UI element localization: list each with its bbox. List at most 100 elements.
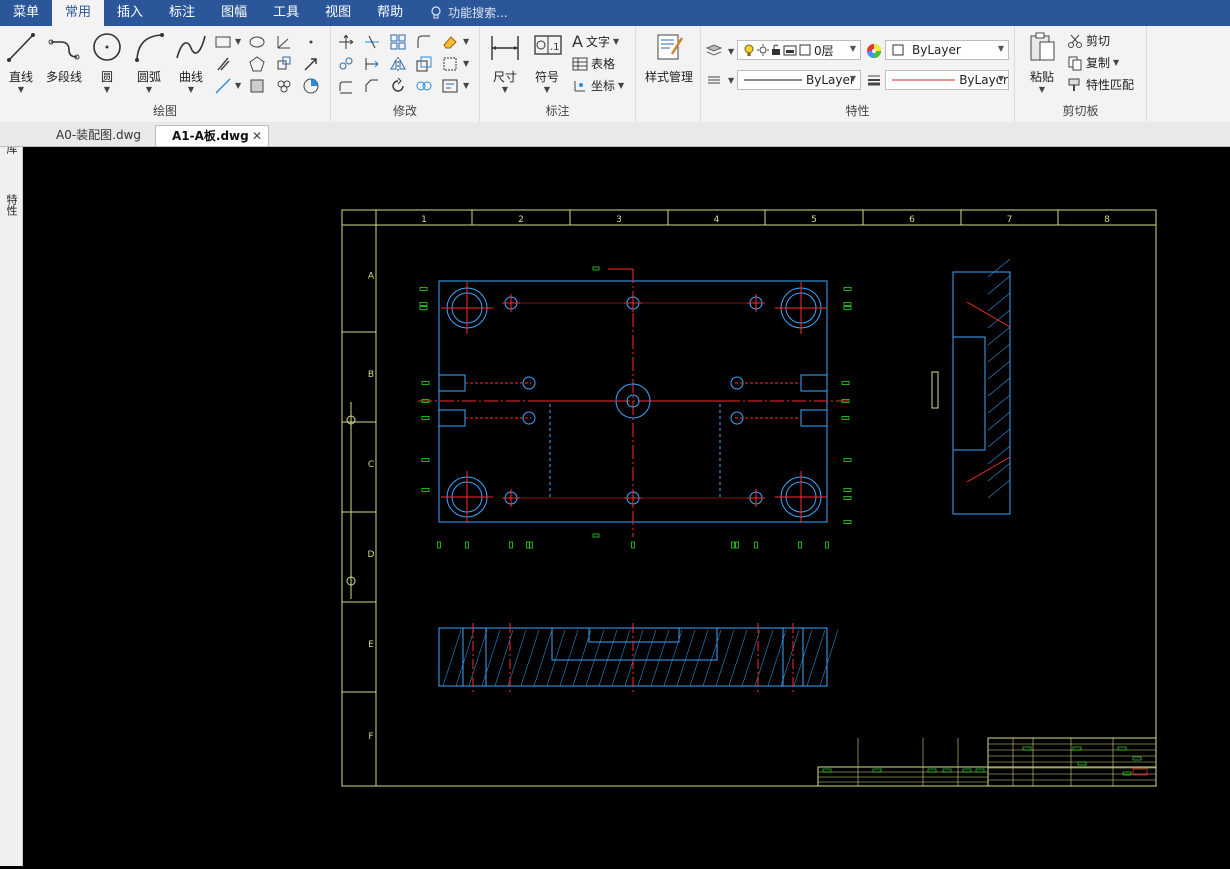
- menu-help[interactable]: 帮助: [364, 0, 416, 26]
- circle-dropdown-icon[interactable]: ▼: [88, 85, 126, 94]
- linetype-dropdown-icon[interactable]: ▼: [850, 74, 856, 83]
- style-manager-button[interactable]: 样式管理: [641, 30, 697, 85]
- cloud-icon[interactable]: [275, 77, 293, 95]
- eraser-dropdown-icon[interactable]: ▼: [463, 37, 469, 46]
- menu-tools[interactable]: 工具: [260, 0, 312, 26]
- match-properties-button[interactable]: 特性匹配: [1067, 76, 1134, 93]
- clipboard-group: 粘贴 ▼ 剪切 复制 ▼ 特性匹配 剪切板: [1015, 26, 1147, 122]
- curve-dropdown-icon[interactable]: ▼: [172, 85, 210, 94]
- break-icon[interactable]: [415, 77, 433, 95]
- rectangle-dropdown-icon[interactable]: ▼: [235, 37, 241, 46]
- color-swatch-icon: [892, 44, 904, 56]
- color-wheel-icon[interactable]: [865, 42, 883, 60]
- table-button[interactable]: 表格: [572, 55, 615, 72]
- construction-dropdown-icon[interactable]: ▼: [235, 81, 241, 90]
- menu-sheet[interactable]: 图幅: [208, 0, 260, 26]
- extend-icon[interactable]: [363, 55, 381, 73]
- circle-button[interactable]: 圆 ▼: [88, 30, 126, 94]
- coordinate-button[interactable]: 坐标 ▼: [572, 77, 624, 94]
- ellipse-icon[interactable]: [248, 33, 266, 51]
- paste-button[interactable]: 粘贴 ▼: [1023, 30, 1061, 94]
- function-search[interactable]: 功能搜索...: [416, 0, 508, 26]
- symbol-dropdown-icon[interactable]: ▼: [528, 85, 566, 94]
- layer-manager-icon[interactable]: [705, 42, 723, 60]
- polyline-button[interactable]: 多段线: [44, 30, 84, 85]
- copy-dropdown-icon[interactable]: ▼: [1113, 58, 1119, 67]
- scale-icon[interactable]: [415, 55, 433, 73]
- color-select[interactable]: ByLayer ▼: [885, 40, 1009, 60]
- coordinate-icon: [574, 80, 585, 91]
- polygon-icon[interactable]: [248, 55, 266, 73]
- lineweight-dropdown-icon[interactable]: ▼: [997, 74, 1004, 83]
- drawing-svg[interactable]: 1 2 3 4 5 6 7 8 A B C D E F: [23, 147, 1230, 866]
- cut-button[interactable]: 剪切: [1067, 32, 1110, 49]
- copy-button[interactable]: 复制 ▼: [1067, 54, 1119, 71]
- close-tab-icon[interactable]: ✕: [252, 126, 262, 147]
- point-icon[interactable]: [302, 33, 320, 51]
- properties-edit-dropdown-icon[interactable]: ▼: [463, 81, 469, 90]
- chamfer-icon[interactable]: [363, 77, 381, 95]
- stretch-icon[interactable]: [441, 55, 459, 73]
- arc-dropdown-icon[interactable]: ▼: [130, 85, 168, 94]
- arc-label: 圆弧: [136, 70, 161, 84]
- symbol-button[interactable]: .1 符号 ▼: [528, 30, 566, 94]
- arrow-icon[interactable]: [302, 55, 320, 73]
- hatch-line: [780, 629, 800, 687]
- menu-main[interactable]: 菜单: [0, 0, 52, 26]
- dimension-marker: [825, 541, 829, 549]
- properties-tab[interactable]: 特性: [3, 194, 19, 216]
- lineweight-select[interactable]: ByLayer ▼: [885, 70, 1009, 90]
- menu-annotate[interactable]: 标注: [156, 0, 208, 26]
- side-cavity: [952, 336, 986, 451]
- line-dropdown-icon[interactable]: ▼: [2, 85, 40, 94]
- menu-home[interactable]: 常用: [52, 0, 105, 26]
- title-block-text: [872, 768, 882, 773]
- array-icon[interactable]: [389, 33, 407, 51]
- mirror-icon[interactable]: [389, 55, 407, 73]
- paste-dropdown-icon[interactable]: ▼: [1023, 85, 1061, 94]
- hatch-line: [520, 629, 540, 687]
- coordinate-dropdown-icon[interactable]: ▼: [618, 81, 624, 90]
- region-icon[interactable]: [248, 77, 266, 95]
- pie-icon[interactable]: [302, 77, 320, 95]
- lineweight-icon[interactable]: [865, 71, 883, 89]
- col-label: 1: [421, 215, 427, 225]
- copy-object-icon[interactable]: [337, 55, 355, 73]
- hatch-line-icon[interactable]: [214, 55, 232, 73]
- stretch-dropdown-icon[interactable]: ▼: [463, 59, 469, 68]
- construction-line-icon[interactable]: [214, 77, 232, 95]
- layer-manager-dropdown-icon[interactable]: ▼: [728, 47, 734, 56]
- linetype-list-icon[interactable]: [705, 71, 723, 89]
- trim-icon[interactable]: [363, 33, 381, 51]
- layer-select[interactable]: 0层 ▼: [737, 40, 861, 60]
- text-dropdown-icon[interactable]: ▼: [613, 37, 619, 46]
- properties-edit-icon[interactable]: [441, 77, 459, 95]
- dimension-button[interactable]: 尺寸 ▼: [486, 30, 524, 94]
- dimension-dropdown-icon[interactable]: ▼: [486, 85, 524, 94]
- hatch-line: [715, 629, 735, 687]
- rotate-icon[interactable]: [389, 77, 407, 95]
- move-icon[interactable]: [337, 33, 355, 51]
- angle-line-icon[interactable]: [275, 33, 293, 51]
- color-dropdown-icon[interactable]: ▼: [998, 44, 1004, 53]
- linetype-list-dropdown-icon[interactable]: ▼: [728, 76, 734, 85]
- menu-insert[interactable]: 插入: [104, 0, 156, 26]
- linetype-select[interactable]: ByLayer ▼: [737, 70, 861, 90]
- eraser-icon[interactable]: [441, 33, 459, 51]
- tab-a-plate[interactable]: A1-A板.dwg ✕: [155, 125, 269, 146]
- rectangle-icon[interactable]: [214, 33, 232, 51]
- fillet-icon[interactable]: [415, 33, 433, 51]
- dimension-marker: [419, 287, 428, 291]
- arc-button[interactable]: 圆弧 ▼: [130, 30, 168, 94]
- text-button[interactable]: A 文字 ▼: [572, 32, 619, 51]
- offset-icon[interactable]: [337, 77, 355, 95]
- tab-assembly-drawing[interactable]: A0-装配图.dwg: [40, 125, 157, 146]
- curve-button[interactable]: 曲线 ▼: [172, 30, 210, 94]
- menu-view[interactable]: 视图: [312, 0, 364, 26]
- block-icon[interactable]: [275, 55, 293, 73]
- drawing-canvas[interactable]: 1 2 3 4 5 6 7 8 A B C D E F: [23, 147, 1230, 866]
- row-label: F: [368, 732, 373, 742]
- dimension-marker: [421, 488, 430, 492]
- layer-dropdown-icon[interactable]: ▼: [850, 44, 856, 53]
- line-button[interactable]: 直线 ▼: [2, 30, 40, 94]
